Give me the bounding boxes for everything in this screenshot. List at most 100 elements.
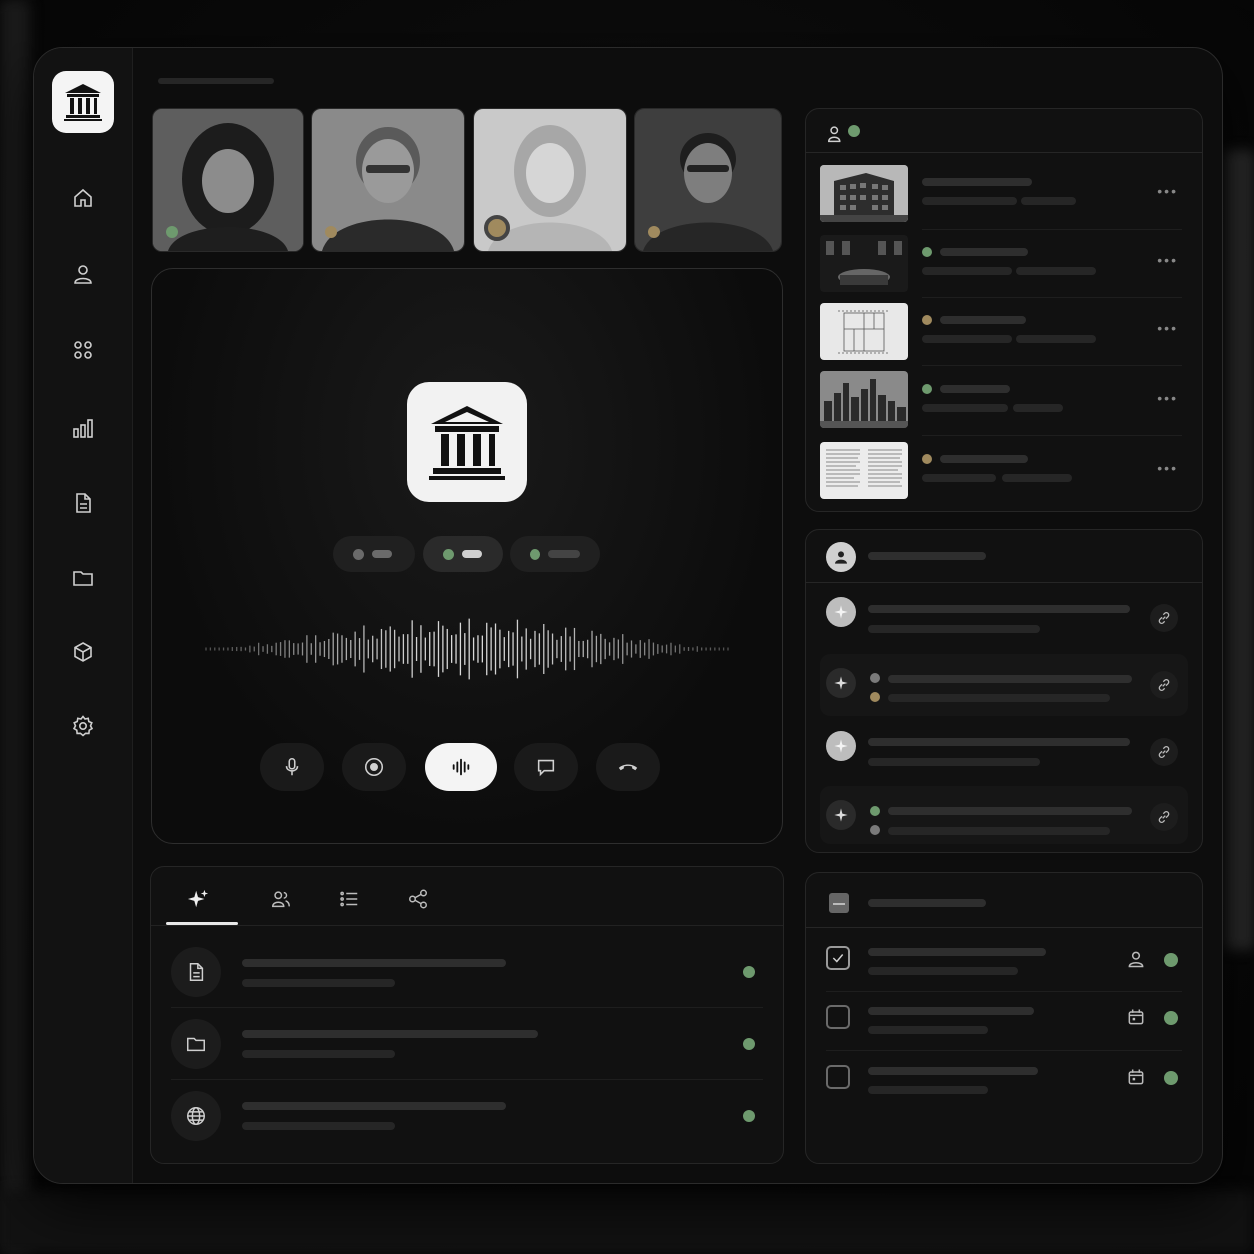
home-icon [74, 188, 92, 207]
microphone-button[interactable] [260, 743, 324, 791]
status-dot [1164, 1071, 1178, 1085]
person-avatar-icon [826, 542, 856, 572]
background-shape [0, 1190, 1254, 1254]
tabs-divider [151, 925, 783, 926]
file-thumbnail[interactable] [820, 371, 908, 428]
text-placeholder [1013, 404, 1063, 412]
tab-insights[interactable] [182, 883, 214, 915]
mode-label-placeholder [548, 550, 580, 558]
list-item-folder[interactable] [171, 1019, 221, 1069]
hang-up-button[interactable] [596, 743, 660, 791]
link-button[interactable] [1150, 803, 1178, 831]
sidebar-item-settings[interactable] [67, 710, 99, 742]
text-placeholder [868, 1067, 1038, 1075]
mode-pill[interactable] [333, 536, 415, 572]
text-placeholder [888, 827, 1110, 835]
row-divider [922, 435, 1182, 436]
text-placeholder [940, 455, 1028, 463]
folder-icon [187, 1037, 205, 1052]
calendar-icon[interactable] [1126, 1007, 1146, 1027]
user-icon [74, 265, 92, 284]
more-options-icon[interactable]: ••• [1157, 460, 1178, 476]
sidebar-item-apps[interactable] [67, 334, 99, 366]
chat-button[interactable] [514, 743, 578, 791]
text-placeholder [1021, 197, 1076, 205]
status-dot [922, 454, 932, 464]
sidebar-item-profile[interactable] [67, 258, 99, 290]
text-placeholder [868, 967, 1018, 975]
tab-agenda[interactable] [333, 883, 365, 915]
text-placeholder [868, 758, 1040, 766]
text-placeholder [242, 1102, 506, 1110]
insight-row-highlight[interactable] [820, 654, 1188, 716]
text-placeholder [868, 1007, 1034, 1015]
calendar-icon[interactable] [1126, 1067, 1146, 1087]
app-logo[interactable] [52, 71, 114, 133]
institution-building-icon [429, 406, 505, 480]
text-placeholder [868, 738, 1130, 746]
document-icon [76, 493, 91, 513]
more-options-icon[interactable]: ••• [1157, 252, 1178, 268]
file-thumbnail[interactable] [820, 235, 908, 292]
text-placeholder [922, 474, 996, 482]
audio-waveform [205, 618, 729, 680]
folder-icon [73, 571, 93, 586]
sidebar-item-analytics[interactable] [67, 412, 99, 444]
more-options-icon[interactable]: ••• [1157, 320, 1178, 336]
text-placeholder [888, 807, 1132, 815]
text-placeholder [888, 675, 1132, 683]
status-dot [922, 315, 932, 325]
link-button[interactable] [1150, 738, 1178, 766]
record-button[interactable] [342, 743, 406, 791]
more-options-icon[interactable]: ••• [1157, 183, 1178, 199]
status-dot [870, 673, 880, 683]
call-logo [407, 382, 527, 502]
link-icon [1158, 746, 1170, 758]
participant-video-tile[interactable] [473, 108, 627, 252]
task-checkbox[interactable] [826, 1065, 850, 1089]
person-icon[interactable] [1126, 949, 1146, 969]
link-button[interactable] [1150, 671, 1178, 699]
sidebar-item-documents[interactable] [67, 487, 99, 519]
context-panel [150, 866, 784, 1164]
more-options-icon[interactable]: ••• [1157, 390, 1178, 406]
mode-pill[interactable] [510, 536, 600, 572]
text-placeholder [922, 267, 1012, 275]
list-icon [340, 891, 358, 907]
mode-status-dot [530, 548, 541, 560]
tab-participants[interactable] [265, 883, 297, 915]
text-placeholder [242, 1050, 395, 1058]
tab-share[interactable] [402, 883, 434, 915]
file-thumbnail[interactable] [820, 303, 908, 360]
file-thumbnail[interactable] [820, 165, 908, 222]
list-item-document[interactable] [171, 947, 221, 997]
participant-video-tile[interactable] [311, 108, 465, 252]
panel-header-divider [806, 152, 1202, 153]
mode-pill[interactable] [423, 536, 503, 572]
background-shape [0, 0, 30, 1254]
settings-gear-icon [72, 715, 94, 737]
sidebar-item-folders[interactable] [67, 562, 99, 594]
text-placeholder [922, 404, 1008, 412]
link-button[interactable] [1150, 604, 1178, 632]
text-placeholder [868, 1086, 988, 1094]
row-divider [922, 297, 1182, 298]
file-thumbnail[interactable] [820, 442, 908, 499]
status-dot [743, 1110, 755, 1122]
status-dot [1164, 953, 1178, 967]
task-checkbox[interactable] [826, 1005, 850, 1029]
sidebar-item-packages[interactable] [67, 636, 99, 668]
users-icon [272, 891, 290, 908]
text-placeholder [868, 625, 1040, 633]
mode-status-dot [443, 548, 454, 560]
voice-mode-button[interactable] [425, 743, 497, 791]
link-icon [1158, 811, 1170, 823]
list-item-web[interactable] [171, 1091, 221, 1141]
text-placeholder [940, 385, 1010, 393]
participant-video-tile[interactable] [152, 108, 304, 252]
audio-waveform-icon [452, 758, 470, 776]
text-placeholder [922, 335, 1012, 343]
sidebar-item-home[interactable] [67, 182, 99, 214]
task-checkbox[interactable] [826, 946, 850, 970]
participant-video-tile[interactable] [634, 108, 782, 252]
